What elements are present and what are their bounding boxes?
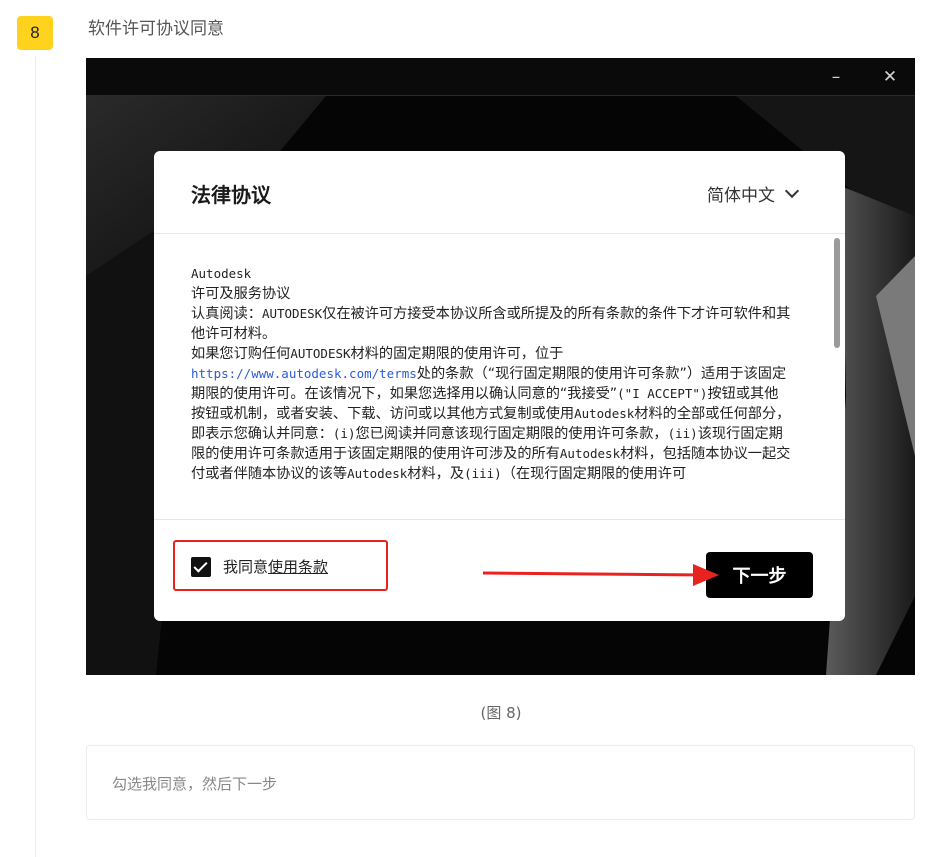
agreement-text: Autodesk 许可及服务协议 认真阅读：AUTODESK仅在被许可方接受本协…	[191, 264, 791, 484]
minimize-icon[interactable]: –	[824, 65, 848, 89]
divider	[154, 519, 845, 520]
agreement-heading: 许可及服务协议	[191, 286, 291, 302]
agreement-scroll-area[interactable]: Autodesk 许可及服务协议 认真阅读：AUTODESK仅在被许可方接受本协…	[154, 234, 845, 519]
terms-url-link[interactable]: https://www.autodesk.com/terms	[191, 366, 417, 381]
red-arrow-annotation	[483, 564, 719, 586]
instruction-note: 勾选我同意，然后下一步	[86, 745, 915, 820]
chevron-down-icon	[784, 183, 800, 199]
agreement-paragraph-2: 如果您订购任何AUTODESK材料的固定期限的使用许可，位于 https://ww…	[191, 346, 791, 482]
highlight-box	[173, 540, 388, 591]
language-label: 简体中文	[707, 186, 775, 206]
dialog-title: 法律协议	[191, 183, 271, 207]
language-selector[interactable]: 简体中文	[707, 181, 800, 206]
agreement-paragraph-1: 认真阅读：AUTODESK仅在被许可方接受本协议所含或所提及的所有条款的条件下才…	[191, 306, 791, 342]
scrollbar-thumb[interactable]	[834, 238, 840, 348]
timeline-line	[35, 56, 36, 857]
instruction-text: 勾选我同意，然后下一步	[112, 775, 278, 793]
figure-caption: (图 8)	[480, 704, 522, 722]
step-title: 软件许可协议同意	[88, 19, 224, 39]
step-number-badge: 8	[17, 16, 53, 50]
close-icon[interactable]: ✕	[878, 65, 902, 89]
agreement-company: Autodesk	[191, 266, 252, 281]
window-titlebar: – ✕	[86, 58, 915, 96]
